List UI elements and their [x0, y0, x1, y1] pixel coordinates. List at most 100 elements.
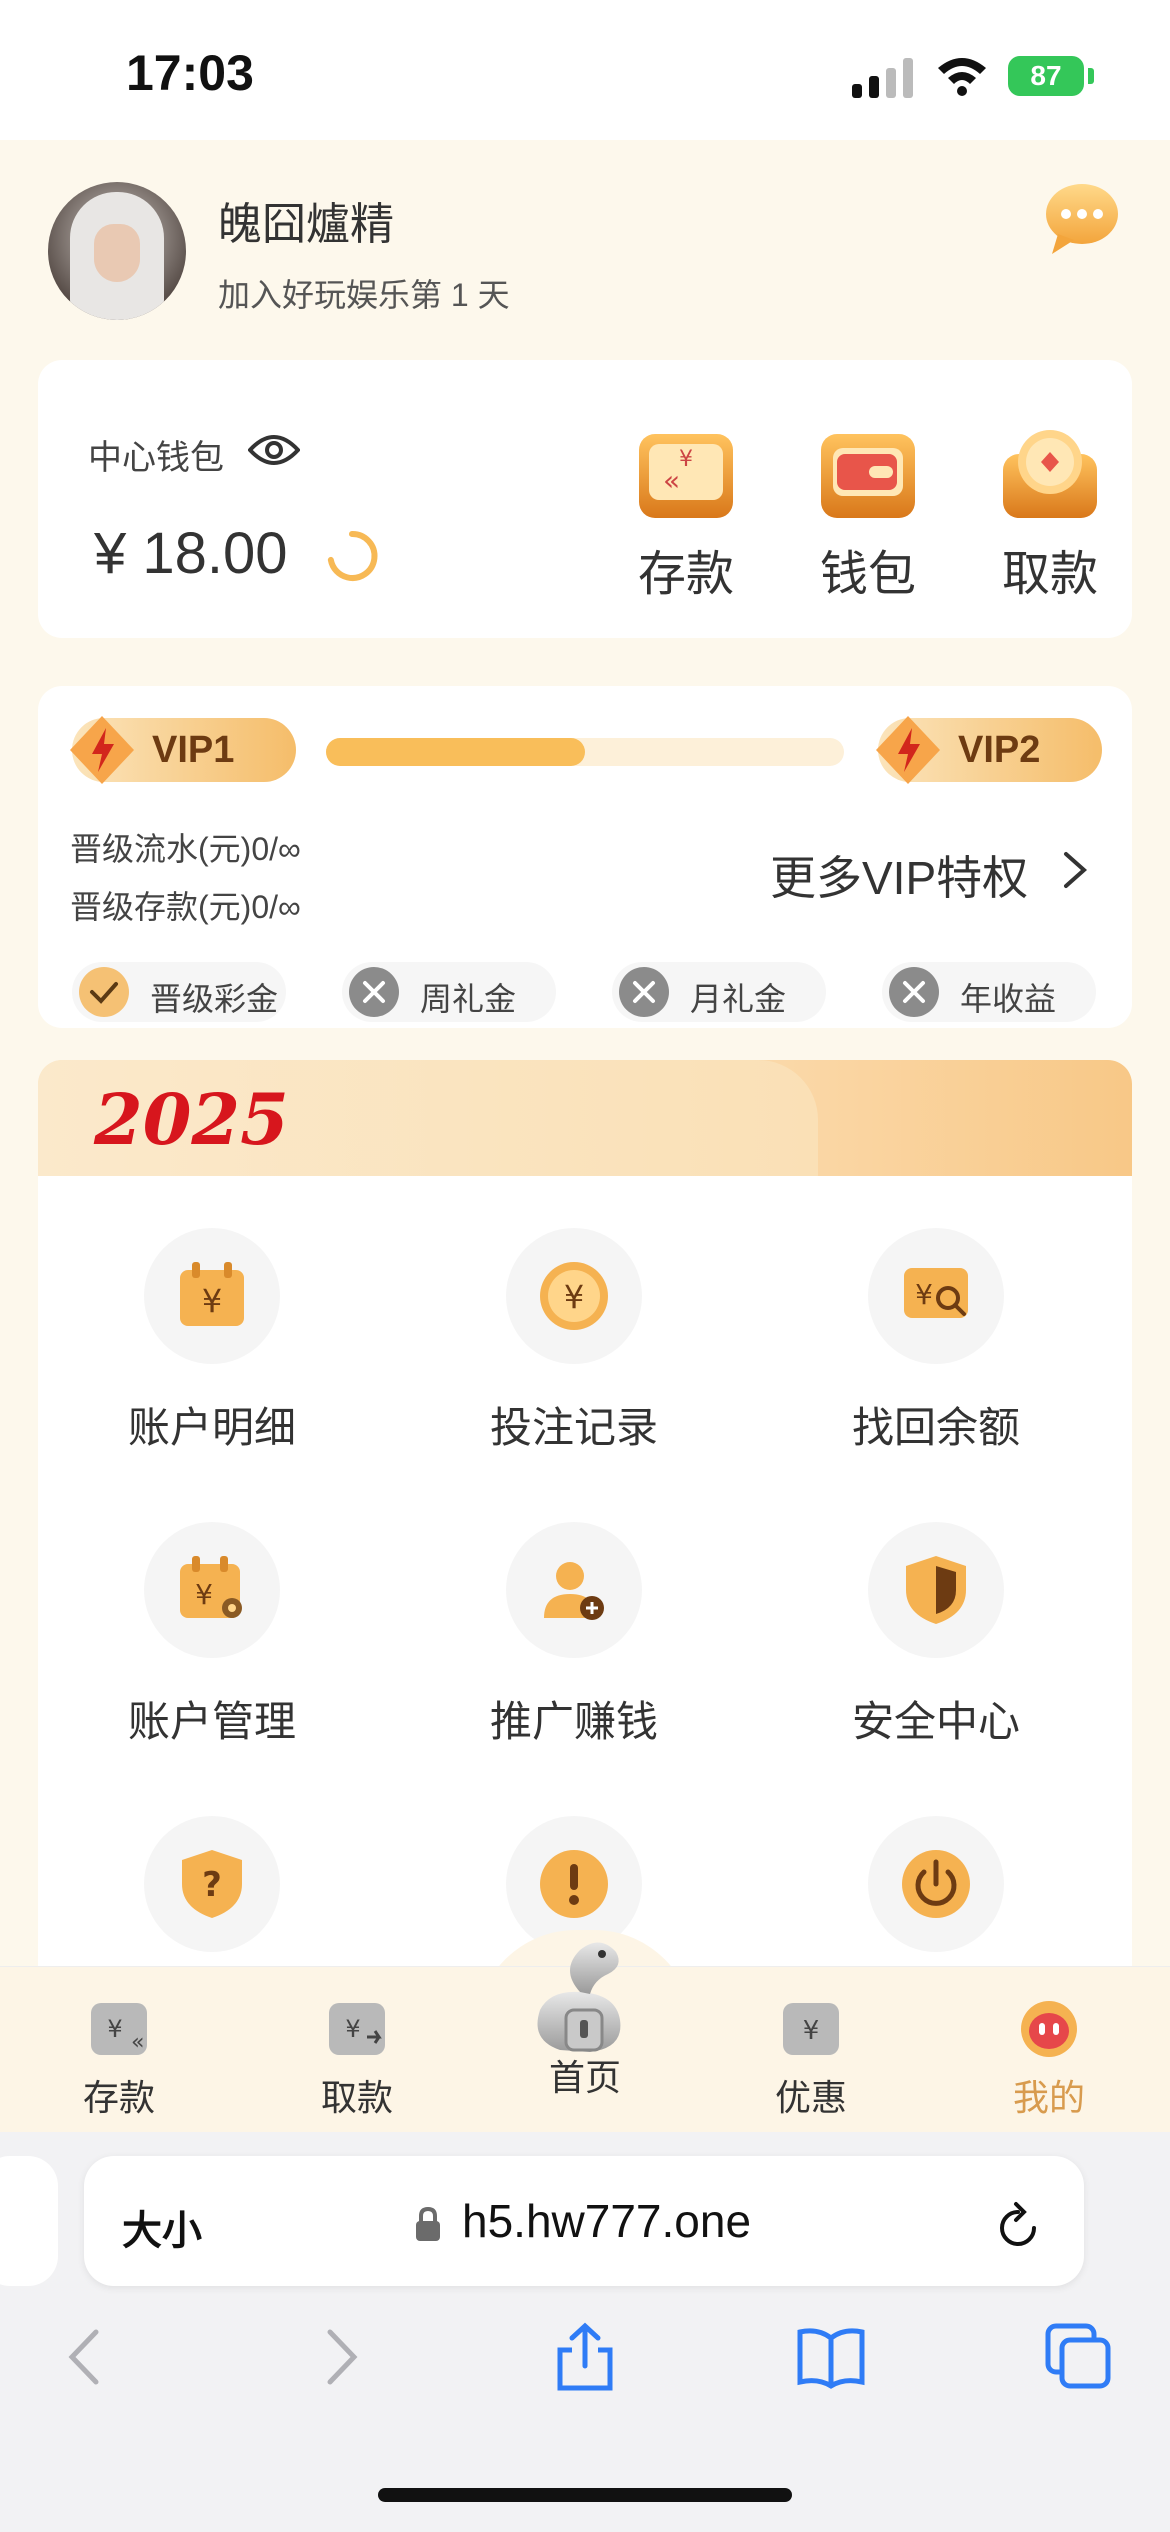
svg-text:?: ?: [202, 1865, 222, 1905]
avatar-face: [94, 224, 140, 282]
account-details-icon: ¥: [180, 1262, 244, 1326]
menu-account-details[interactable]: ¥ 账户明细: [62, 1228, 362, 1455]
menu-icon-circle: ¥: [144, 1228, 280, 1364]
more-vip-privileges-link[interactable]: 更多VIP特权: [770, 842, 1028, 908]
vip-next-badge: VIP2: [876, 716, 1102, 784]
deposit-tab-icon: ¥ «: [91, 2003, 147, 2055]
withdraw-tab-icon: ¥: [329, 2003, 385, 2055]
home-snake-icon[interactable]: [520, 1930, 650, 2060]
deposit-button[interactable]: ¥ « 存款: [626, 424, 746, 604]
svg-text:«: «: [663, 464, 680, 497]
tab-deposit[interactable]: ¥ « 存款: [44, 1997, 194, 2121]
close-icon: [889, 967, 939, 1017]
menu-icon-circle: ¥: [506, 1228, 642, 1364]
perk-annual-return[interactable]: 年收益: [882, 962, 1096, 1022]
check-icon: [79, 967, 129, 1017]
menu-label: 账户管理: [127, 1698, 296, 1745]
tab-profile[interactable]: 我的: [974, 1997, 1124, 2121]
recover-balance-icon: ¥: [904, 1268, 968, 1318]
wallet-button[interactable]: 钱包: [808, 424, 928, 604]
close-icon: [619, 967, 669, 1017]
svg-text:¥: ¥: [202, 1282, 222, 1320]
withdraw-icon: [1003, 430, 1097, 518]
close-icon: [349, 967, 399, 1017]
menu-icon-circle: [868, 1816, 1004, 1952]
home-indicator: [378, 2488, 792, 2502]
tab-promotions[interactable]: ¥ 优惠: [736, 1997, 886, 2121]
withdraw-button[interactable]: 取款: [990, 424, 1110, 604]
battery-level: 87: [1030, 60, 1062, 91]
deposit-label: 存款: [637, 548, 734, 601]
vip-current-badge: VIP1: [70, 716, 296, 784]
promo-tab-icon: ¥: [783, 2003, 839, 2055]
vip-deposit-requirement: 晋级存款(元)0/∞: [70, 889, 301, 925]
menu-icon-circle: [506, 1522, 642, 1658]
tab-label: 优惠: [774, 2077, 847, 2118]
wallet-action-label: 钱包: [819, 548, 916, 601]
svg-text:¥: ¥: [195, 1578, 213, 1611]
browser-toolbar: 大小 h5.hw777.one: [0, 2132, 1170, 2532]
tab-label: 存款: [82, 2077, 155, 2118]
reload-icon[interactable]: [994, 2200, 1042, 2252]
wallet-icon: [821, 434, 915, 518]
back-icon[interactable]: [52, 2322, 122, 2392]
refresh-icon[interactable]: [324, 528, 380, 584]
svg-text:¥: ¥: [803, 2016, 820, 2046]
promote-earn-icon: [544, 1562, 604, 1620]
vip-next-label: VIP2: [958, 729, 1041, 771]
lock-icon: [416, 2206, 440, 2241]
wallet-card: 中心钱包 ¥ 18.00 ¥ « 存款 钱包 取款: [38, 360, 1132, 638]
wifi-icon: [938, 58, 986, 96]
menu-security-center[interactable]: 安全中心: [786, 1522, 1086, 1749]
svg-text:¥: ¥: [564, 1278, 584, 1316]
menu-icon-circle: ¥: [868, 1228, 1004, 1364]
wallet-label: 中心钱包: [88, 439, 224, 477]
banner-year-text: 2025: [94, 1078, 289, 1161]
menu-recover-balance[interactable]: ¥ 找回余额: [786, 1228, 1086, 1455]
svg-text:«: «: [131, 2030, 144, 2055]
svg-text:¥: ¥: [679, 447, 693, 472]
share-icon[interactable]: [550, 2322, 620, 2392]
eye-icon[interactable]: [248, 432, 300, 468]
chevron-right-icon[interactable]: [1060, 850, 1090, 890]
withdraw-label: 取款: [1001, 548, 1098, 601]
vip-progress-bar: [326, 738, 844, 766]
bookmarks-icon[interactable]: [796, 2322, 866, 2392]
status-time: 17:03: [126, 45, 254, 101]
lightning-icon: [70, 716, 134, 784]
tab-label: 我的: [1012, 2077, 1085, 2118]
menu-icon-circle: [868, 1522, 1004, 1658]
username: 魄囧爐精: [218, 200, 394, 249]
perk-upgrade-bonus[interactable]: 晋级彩金: [72, 962, 286, 1022]
help-icon: ?: [182, 1850, 242, 1918]
status-bar: 17:03 87: [0, 0, 1170, 140]
profile-header: 魄囧爐精 加入好玩娱乐第 1 天: [0, 140, 1170, 350]
perk-label: 年收益: [960, 981, 1057, 1017]
avatar[interactable]: [48, 182, 186, 320]
bet-record-icon: ¥: [540, 1262, 608, 1330]
text-size-button[interactable]: 大小: [122, 2198, 202, 2256]
perk-monthly-gift[interactable]: 月礼金: [612, 962, 826, 1022]
tab-withdraw[interactable]: ¥ 取款: [282, 1997, 432, 2121]
perk-label: 周礼金: [420, 981, 517, 1017]
vip-progress-fill: [326, 738, 585, 766]
deposit-icon: ¥ «: [639, 434, 733, 518]
previous-tab-peek[interactable]: [0, 2156, 58, 2286]
forward-icon[interactable]: [304, 2322, 374, 2392]
notice-icon: [540, 1850, 608, 1918]
battery-icon: 87: [1008, 56, 1084, 96]
menu-help[interactable]: ?: [62, 1816, 362, 1952]
tabs-icon[interactable]: [1044, 2322, 1114, 2392]
vip-current-label: VIP1: [152, 729, 235, 771]
menu-promote-earn[interactable]: 推广赚钱: [424, 1522, 724, 1749]
perk-weekly-gift[interactable]: 周礼金: [342, 962, 556, 1022]
vip-card: VIP1 VIP2 晋级流水(元)0/∞ 晋级存款(元)0/∞ 更多VIP特权 …: [38, 686, 1132, 1028]
menu-account-manage[interactable]: ¥ 账户管理: [62, 1522, 362, 1749]
security-shield-icon: [906, 1556, 966, 1624]
address-bar[interactable]: 大小 h5.hw777.one: [84, 2156, 1084, 2286]
wallet-balance: ¥ 18.00: [94, 521, 288, 586]
menu-bet-record[interactable]: ¥ 投注记录: [424, 1228, 724, 1455]
menu-label: 投注记录: [489, 1404, 658, 1451]
menu-logout[interactable]: [786, 1816, 1086, 1952]
message-icon[interactable]: [1044, 180, 1120, 256]
